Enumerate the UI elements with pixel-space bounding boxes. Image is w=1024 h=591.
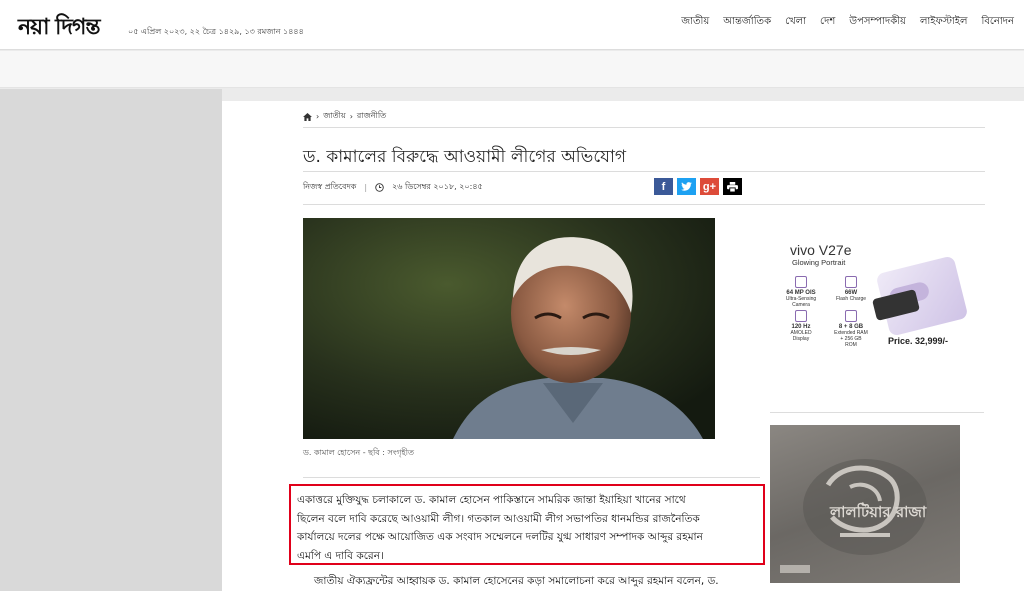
left-gutter bbox=[0, 89, 222, 591]
googleplus-share-button[interactable]: g+ bbox=[700, 178, 719, 195]
body-paragraph: জাতীয় ঐক্যফ্রন্টের আহ্বায়ক ড. কামাল হো… bbox=[314, 575, 719, 587]
portrait-illustration bbox=[303, 218, 715, 439]
ad-feature: 64 MP OIS Ultra-Sensing Camera bbox=[784, 276, 818, 308]
meta-separator: | bbox=[364, 183, 368, 192]
photo-caption: ড. কামাল হোসেন - ছবি : সংগৃহীত bbox=[303, 448, 415, 457]
nav-item-editorial[interactable]: উপসম্পাদকীয় bbox=[849, 14, 906, 31]
nav-item-sports[interactable]: খেলা bbox=[785, 14, 806, 31]
svg-text:লালটিয়ার রাজা: লালটিয়ার রাজা bbox=[829, 502, 927, 521]
nav-item-international[interactable]: আন্তর্জাতিক bbox=[723, 14, 771, 31]
site-logo[interactable]: নয়া দিগন্ত bbox=[18, 10, 101, 47]
highlighted-lead-paragraph: একাত্তরে মুক্তিযুদ্ধ চলাকালে ড. কামাল হো… bbox=[289, 484, 765, 565]
breadcrumb-separator: › bbox=[316, 112, 320, 121]
ad-feature: 66W Flash Charge bbox=[834, 276, 868, 302]
divider bbox=[303, 204, 985, 205]
breadcrumb-separator: › bbox=[349, 112, 353, 121]
divider bbox=[303, 171, 985, 172]
main-nav: জাতীয় আন্তর্জাতিক খেলা দেশ উপসম্পাদকীয়… bbox=[681, 14, 1014, 31]
memory-icon bbox=[845, 310, 857, 322]
drama-title-art: লালটিয়ার রাজা bbox=[780, 459, 927, 573]
facebook-share-button[interactable]: f bbox=[654, 178, 673, 195]
publish-datetime: ২৬ ডিসেম্বর ২০১৮, ২০:৪৫ bbox=[392, 182, 483, 191]
ad-feature: 8 + 8 GB Extended RAM + 256 GB ROM bbox=[834, 310, 868, 348]
article-meta: নিজস্ব প্রতিবেদক | ২৬ ডিসেম্বর ২০১৮, ২০:… bbox=[303, 181, 483, 194]
home-icon[interactable] bbox=[303, 112, 312, 121]
breadcrumb-item-politics[interactable]: রাজনীতি bbox=[357, 110, 386, 123]
display-icon bbox=[795, 310, 807, 322]
lead-line: একাত্তরে মুক্তিযুদ্ধ চলাকালে ড. কামাল হো… bbox=[297, 494, 686, 506]
article-photo[interactable] bbox=[303, 218, 715, 439]
breadcrumb: › জাতীয় › রাজনীতি bbox=[303, 110, 386, 123]
ad-price: Price. 32,999/- bbox=[888, 336, 949, 346]
ad-feature: 120 Hz AMOLED Display bbox=[784, 310, 818, 342]
site-header: নয়া দিগন্ত ০৫ এপ্রিল ২০২৩, ২২ চৈত্র ১৪২… bbox=[0, 0, 1024, 50]
ad-tagline: Glowing Portrait bbox=[792, 258, 846, 267]
article-title: ড. কামালের বিরুদ্ধে আওয়ামী লীগের অভিযোগ bbox=[303, 147, 627, 167]
divider bbox=[303, 477, 760, 478]
divider bbox=[770, 412, 984, 413]
vivo-advertisement[interactable]: vivo V27e Glowing Portrait 64 MP OIS Ultr… bbox=[770, 232, 969, 360]
print-button[interactable] bbox=[723, 178, 742, 195]
sub-header-strip bbox=[0, 51, 1024, 88]
nav-item-country[interactable]: দেশ bbox=[820, 14, 835, 31]
camera-icon bbox=[795, 276, 807, 288]
dateline: ০৫ এপ্রিল ২০২৩, ২২ চৈত্র ১৪২৯, ১৩ রমজান … bbox=[128, 27, 304, 36]
ad-brand: vivo V27e bbox=[790, 242, 852, 258]
clock-icon bbox=[375, 183, 384, 192]
breadcrumb-item-national[interactable]: জাতীয় bbox=[323, 110, 345, 123]
nav-item-national[interactable]: জাতীয় bbox=[681, 14, 709, 31]
share-buttons: f g+ bbox=[654, 178, 742, 195]
lead-line: ছিলেন বলে দাবি করেছে আওয়ামী লীগ। গতকাল … bbox=[297, 512, 700, 525]
twitter-bird-icon bbox=[681, 182, 692, 191]
nav-item-entertainment[interactable]: বিনোদন bbox=[981, 14, 1014, 31]
twitter-share-button[interactable] bbox=[677, 178, 696, 195]
drama-advertisement[interactable]: লালটিয়ার রাজা bbox=[770, 425, 960, 583]
author-name[interactable]: নিজস্ব প্রতিবেদক bbox=[303, 181, 356, 194]
print-icon bbox=[727, 181, 738, 192]
charge-icon bbox=[845, 276, 857, 288]
lead-line: এমপি এ দাবি করেন। bbox=[297, 549, 384, 562]
lead-line: কার্যালয়ে দলের পক্ষে আয়োজিত এক সংবাদ স… bbox=[297, 531, 703, 543]
divider bbox=[303, 127, 985, 128]
nav-item-lifestyle[interactable]: লাইফস্টাইল bbox=[920, 14, 968, 31]
